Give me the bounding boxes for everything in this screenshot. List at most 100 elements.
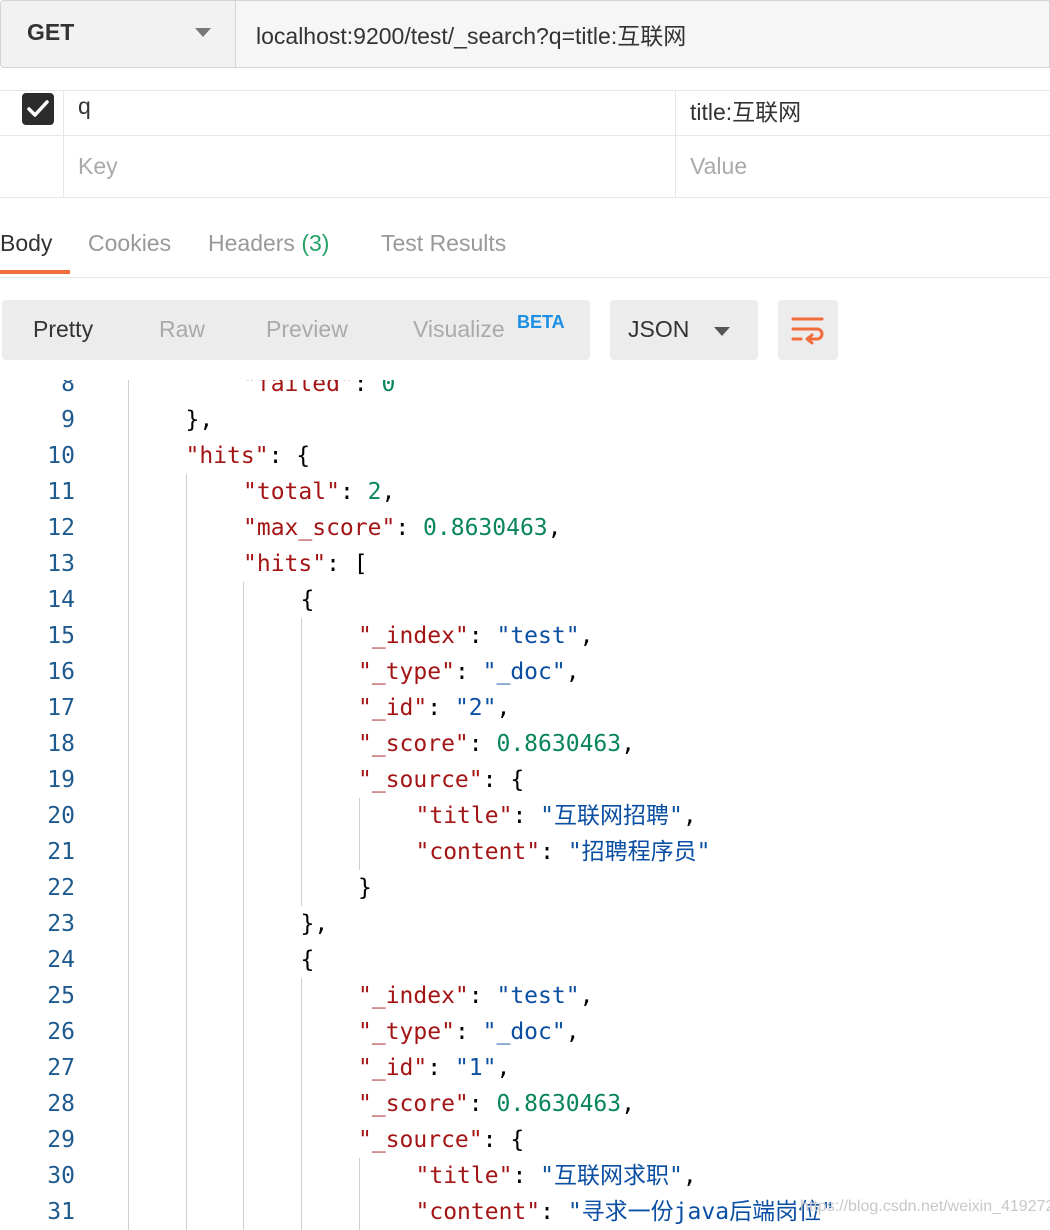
code-token: 2 [367, 479, 382, 505]
param-key-cell[interactable]: q [64, 91, 676, 135]
format-select[interactable]: JSON [610, 300, 758, 360]
code-text: { [301, 942, 315, 978]
code-line: 19 "_source": { [0, 762, 1050, 798]
code-line: 25 "_index": "test", [0, 978, 1050, 1014]
tab-cookies[interactable]: Cookies [88, 230, 171, 257]
code-token: : [540, 839, 568, 865]
code-text: "failed": 0 [243, 380, 395, 402]
code-token: "content" [415, 1199, 541, 1225]
code-token: "hits" [185, 443, 269, 469]
param-checkbox-cell [0, 136, 64, 197]
code-token: , [579, 623, 594, 649]
code-line: 11 "total": 2, [0, 474, 1050, 510]
url-input[interactable]: localhost:9200/test/_search?q=title:互联网 [236, 0, 1050, 68]
code-text: "total": 2, [243, 474, 395, 510]
code-text: "max_score": 0.8630463, [243, 510, 562, 546]
value-placeholder: Value [690, 153, 748, 179]
code-token: : [468, 983, 497, 1009]
code-token: , [579, 983, 594, 1009]
code-token: "_doc" [482, 659, 566, 685]
tab-headers[interactable]: Headers (3) [208, 230, 329, 257]
code-token: } [358, 875, 372, 901]
response-body-editor[interactable]: 8 "failed": 0 9}, 10 "hits": {11 "total": 2, 1… [0, 380, 1050, 1230]
line-number: 23 [47, 911, 75, 937]
wrap-lines-button[interactable] [778, 300, 838, 360]
key-placeholder: Key [78, 153, 118, 179]
tab-headers-label: Headers [208, 230, 295, 256]
line-number: 17 [47, 695, 75, 721]
watermark: https://blog.csdn.net/weixin_41927235 [800, 1198, 1050, 1215]
code-token: { [300, 587, 315, 613]
code-token: : [427, 695, 455, 721]
code-token: "test" [496, 623, 580, 649]
param-checkbox[interactable] [22, 93, 54, 125]
indent-guide [186, 474, 187, 1230]
code-line: 18 "_score": 0.8630463, [0, 726, 1050, 762]
code-token: : [512, 1163, 541, 1189]
new-param-value-input[interactable]: Value [676, 136, 1050, 197]
indent-guide [359, 798, 360, 870]
line-number: 9 [61, 407, 75, 433]
code-token: "_score" [358, 1091, 469, 1117]
code-token: "1" [454, 1055, 497, 1081]
code-token: "招聘程序员" [567, 839, 711, 865]
method-label: GET [27, 19, 75, 45]
code-line: 16 "_type": "_doc", [0, 654, 1050, 690]
line-number: 24 [47, 947, 75, 973]
code-token: : [ [326, 551, 368, 577]
raw-button[interactable]: Raw [159, 316, 205, 343]
code-token: "total" [243, 479, 340, 505]
code-text: "_source": { [358, 1122, 524, 1158]
code-line: 12 "max_score": 0.8630463, [0, 510, 1050, 546]
code-line: 26 "_type": "_doc", [0, 1014, 1050, 1050]
code-text: "title": "互联网求职", [416, 1158, 697, 1194]
new-param-key-input[interactable]: Key [64, 136, 676, 197]
pretty-button[interactable]: Pretty [33, 316, 93, 343]
preview-button[interactable]: Preview [266, 316, 348, 343]
method-select[interactable]: GET [0, 0, 236, 68]
code-token: : { [482, 1127, 525, 1153]
code-token: , [547, 515, 562, 541]
code-line: 29 "_source": { [0, 1122, 1050, 1158]
code-text: "_score": 0.8630463, [358, 726, 635, 762]
line-number: 25 [47, 983, 75, 1009]
code-token: "_index" [358, 983, 469, 1009]
code-token: "_source" [358, 767, 483, 793]
code-token: 0.8630463 [423, 515, 548, 541]
code-token: , [682, 1163, 697, 1189]
indent-guide [301, 618, 302, 906]
line-number: 28 [47, 1091, 75, 1117]
code-token: : [427, 1055, 455, 1081]
line-number: 30 [47, 1163, 75, 1189]
code-token: : [339, 479, 368, 505]
param-value-cell[interactable]: title:互联网 [676, 91, 1050, 135]
code-line: 30 "title": "互联网求职", [0, 1158, 1050, 1194]
code-line: 15 "_index": "test", [0, 618, 1050, 654]
line-number: 15 [47, 623, 75, 649]
format-toolbar: Pretty Raw Preview Visualize BETA JSON [0, 300, 1050, 360]
code-token: , [565, 659, 580, 685]
code-text: "content": "寻求一份java后端岗位" [416, 1194, 835, 1230]
code-text: "_id": "1", [358, 1050, 510, 1086]
code-text: "hits": [ [243, 546, 368, 582]
line-number: 11 [47, 479, 75, 505]
line-number: 10 [47, 443, 75, 469]
code-token: : [454, 659, 483, 685]
code-token: : { [482, 767, 525, 793]
code-text: "_index": "test", [358, 978, 593, 1014]
code-token: "_type" [358, 1019, 455, 1045]
code-line: 10 "hits": { [0, 438, 1050, 474]
line-number: 16 [47, 659, 75, 685]
code-token: , [381, 479, 396, 505]
code-text: "_score": 0.8630463, [358, 1086, 635, 1122]
visualize-button[interactable]: Visualize [413, 316, 505, 343]
code-token: : [468, 731, 497, 757]
code-token: "互联网招聘" [540, 803, 683, 829]
tab-test-results[interactable]: Test Results [381, 230, 506, 257]
code-line: 27 "_id": "1", [0, 1050, 1050, 1086]
code-token: : [468, 1091, 497, 1117]
beta-badge: BETA [517, 312, 565, 332]
code-token: "test" [496, 983, 580, 1009]
tab-body[interactable]: Body [0, 230, 52, 257]
headers-count-badge: (3) [301, 230, 330, 256]
